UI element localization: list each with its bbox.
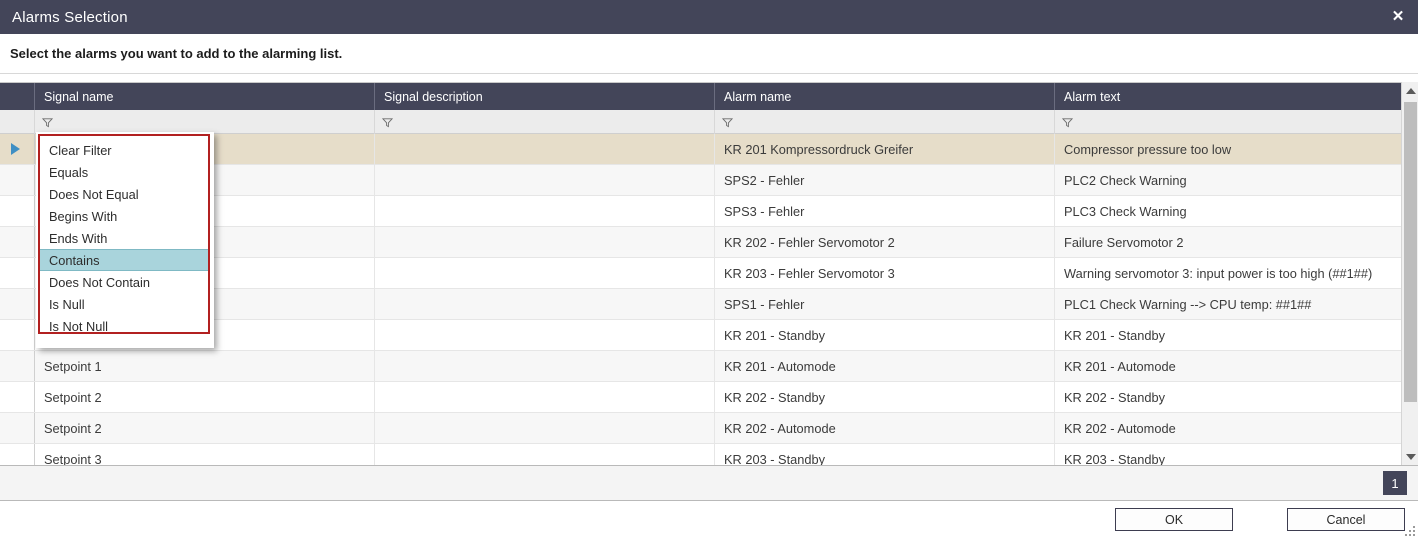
row-indicator-cell[interactable] [0, 413, 35, 443]
cell-alarm-text[interactable]: Warning servomotor 3: input power is too… [1055, 258, 1402, 288]
filter-funnel-icon[interactable] [42, 117, 53, 128]
ok-button[interactable]: OK [1115, 508, 1233, 531]
filter-funnel-icon[interactable] [722, 117, 733, 128]
cell-signal-name[interactable]: Setpoint 2 [35, 413, 375, 443]
filter-menu-item[interactable]: Clear Filter [40, 139, 208, 161]
column-header-alarm-text-label: Alarm text [1064, 89, 1121, 104]
row-selector-arrow-icon [11, 143, 20, 155]
filter-menu-item[interactable]: Does Not Contain [40, 271, 208, 293]
grid-header-row: Signal name Signal description Alarm nam… [0, 83, 1418, 110]
cell-alarm-name[interactable]: KR 201 Kompressordruck Greifer [715, 134, 1055, 164]
table-row[interactable]: Setpoint 2 KR 202 - Automode KR 202 - Auto… [0, 413, 1418, 444]
column-header-alarm-text[interactable]: Alarm text [1055, 83, 1402, 110]
row-indicator-cell[interactable] [0, 258, 35, 288]
filter-menu-item[interactable]: Does Not Equal [40, 183, 208, 205]
row-indicator-cell[interactable] [0, 196, 35, 226]
grid-filter-row [0, 110, 1418, 134]
row-indicator-cell[interactable] [0, 289, 35, 319]
cell-alarm-text[interactable]: PLC2 Check Warning [1055, 165, 1402, 195]
filter-cell-row-indicator [0, 110, 35, 134]
column-header-alarm-name[interactable]: Alarm name [715, 83, 1055, 110]
resize-grip-icon[interactable] [1405, 526, 1415, 536]
filter-cell-signal-name[interactable] [35, 110, 375, 134]
cell-signal-description[interactable] [375, 165, 715, 195]
row-indicator-cell[interactable] [0, 320, 35, 350]
dialog-footer: OK Cancel [0, 501, 1418, 539]
cell-alarm-name[interactable]: KR 202 - Standby [715, 382, 1055, 412]
filter-cell-alarm-name[interactable] [715, 110, 1055, 134]
filter-menu-item[interactable]: Begins With [40, 205, 208, 227]
filter-menu-item[interactable]: Ends With [40, 227, 208, 249]
row-indicator-cell[interactable] [0, 382, 35, 412]
cell-signal-description[interactable] [375, 413, 715, 443]
scroll-down-icon[interactable] [1402, 448, 1418, 465]
cell-signal-description[interactable] [375, 320, 715, 350]
cell-signal-description[interactable] [375, 289, 715, 319]
row-indicator-cell[interactable] [0, 227, 35, 257]
row-indicator-cell[interactable] [0, 134, 35, 164]
close-icon[interactable]: ✕ [1388, 8, 1408, 26]
instruction-text: Select the alarms you want to add to the… [10, 46, 343, 61]
row-indicator-cell[interactable] [0, 351, 35, 381]
grid-pager: 1 [0, 465, 1418, 501]
filter-menu-item[interactable]: Is Not Null [40, 315, 208, 337]
cell-alarm-text[interactable]: PLC3 Check Warning [1055, 196, 1402, 226]
filter-menu-item[interactable]: Contains [40, 249, 208, 271]
cell-alarm-text[interactable]: KR 202 - Automode [1055, 413, 1402, 443]
table-row[interactable]: Setpoint 3 KR 203 - Standby KR 203 - Stand… [0, 444, 1418, 465]
cell-signal-name[interactable]: Setpoint 1 [35, 351, 375, 381]
grid-vertical-scrollbar[interactable] [1401, 82, 1418, 465]
cell-signal-description[interactable] [375, 196, 715, 226]
cell-alarm-name[interactable]: SPS1 - Fehler [715, 289, 1055, 319]
filter-funnel-icon[interactable] [382, 117, 393, 128]
cell-alarm-text[interactable]: KR 202 - Standby [1055, 382, 1402, 412]
filter-cell-alarm-text[interactable] [1055, 110, 1402, 134]
cell-alarm-name[interactable]: KR 201 - Automode [715, 351, 1055, 381]
cell-signal-name[interactable]: Setpoint 2 [35, 382, 375, 412]
instruction-bar: Select the alarms you want to add to the… [0, 34, 1418, 74]
column-header-signal-name[interactable]: Signal name [35, 83, 375, 110]
scrollbar-thumb[interactable] [1404, 102, 1417, 402]
cell-alarm-name[interactable]: KR 202 - Fehler Servomotor 2 [715, 227, 1055, 257]
window-titlebar: Alarms Selection ✕ [0, 0, 1418, 34]
table-row[interactable]: Setpoint 2 KR 202 - Standby KR 202 - Stand… [0, 382, 1418, 413]
table-row[interactable]: Setpoint 1 KR 201 - Automode KR 201 - Auto… [0, 351, 1418, 382]
filter-dropdown-menu[interactable]: Clear Filter Equals Does Not Equal Begins W… [38, 134, 210, 334]
cell-signal-description[interactable] [375, 382, 715, 412]
cell-signal-name[interactable]: Setpoint 3 [35, 444, 375, 465]
window-title: Alarms Selection [12, 8, 128, 26]
cell-alarm-text[interactable]: PLC1 Check Warning --> CPU temp: ##1## [1055, 289, 1402, 319]
cell-signal-description[interactable] [375, 351, 715, 381]
filter-menu-item[interactable]: Is Null [40, 293, 208, 315]
cell-alarm-name[interactable]: KR 203 - Standby [715, 444, 1055, 465]
cell-alarm-name[interactable]: KR 202 - Automode [715, 413, 1055, 443]
column-header-signal-name-label: Signal name [44, 89, 114, 104]
cell-alarm-name[interactable]: KR 203 - Fehler Servomotor 3 [715, 258, 1055, 288]
cell-signal-description[interactable] [375, 444, 715, 465]
cell-alarm-name[interactable]: SPS3 - Fehler [715, 196, 1055, 226]
cell-alarm-text[interactable]: Compressor pressure too low [1055, 134, 1402, 164]
row-indicator-cell[interactable] [0, 165, 35, 195]
cell-alarm-text[interactable]: KR 201 - Automode [1055, 351, 1402, 381]
filter-cell-signal-description[interactable] [375, 110, 715, 134]
cell-signal-description[interactable] [375, 227, 715, 257]
cancel-button[interactable]: Cancel [1287, 508, 1405, 531]
column-header-signal-description-label: Signal description [384, 89, 483, 104]
cell-alarm-name[interactable]: KR 201 - Standby [715, 320, 1055, 350]
cell-alarm-text[interactable]: KR 201 - Standby [1055, 320, 1402, 350]
row-indicator-cell[interactable] [0, 444, 35, 465]
cell-signal-description[interactable] [375, 258, 715, 288]
cell-alarm-name[interactable]: SPS2 - Fehler [715, 165, 1055, 195]
column-header-signal-description[interactable]: Signal description [375, 83, 715, 110]
filter-menu-item[interactable]: Equals [40, 161, 208, 183]
page-number-button[interactable]: 1 [1383, 471, 1407, 495]
cell-signal-description[interactable] [375, 134, 715, 164]
column-header-row-indicator [0, 83, 35, 110]
column-header-alarm-name-label: Alarm name [724, 89, 792, 104]
cell-alarm-text[interactable]: KR 203 - Standby [1055, 444, 1402, 465]
filter-funnel-icon[interactable] [1062, 117, 1073, 128]
scroll-up-icon[interactable] [1402, 82, 1418, 99]
cell-alarm-text[interactable]: Failure Servomotor 2 [1055, 227, 1402, 257]
